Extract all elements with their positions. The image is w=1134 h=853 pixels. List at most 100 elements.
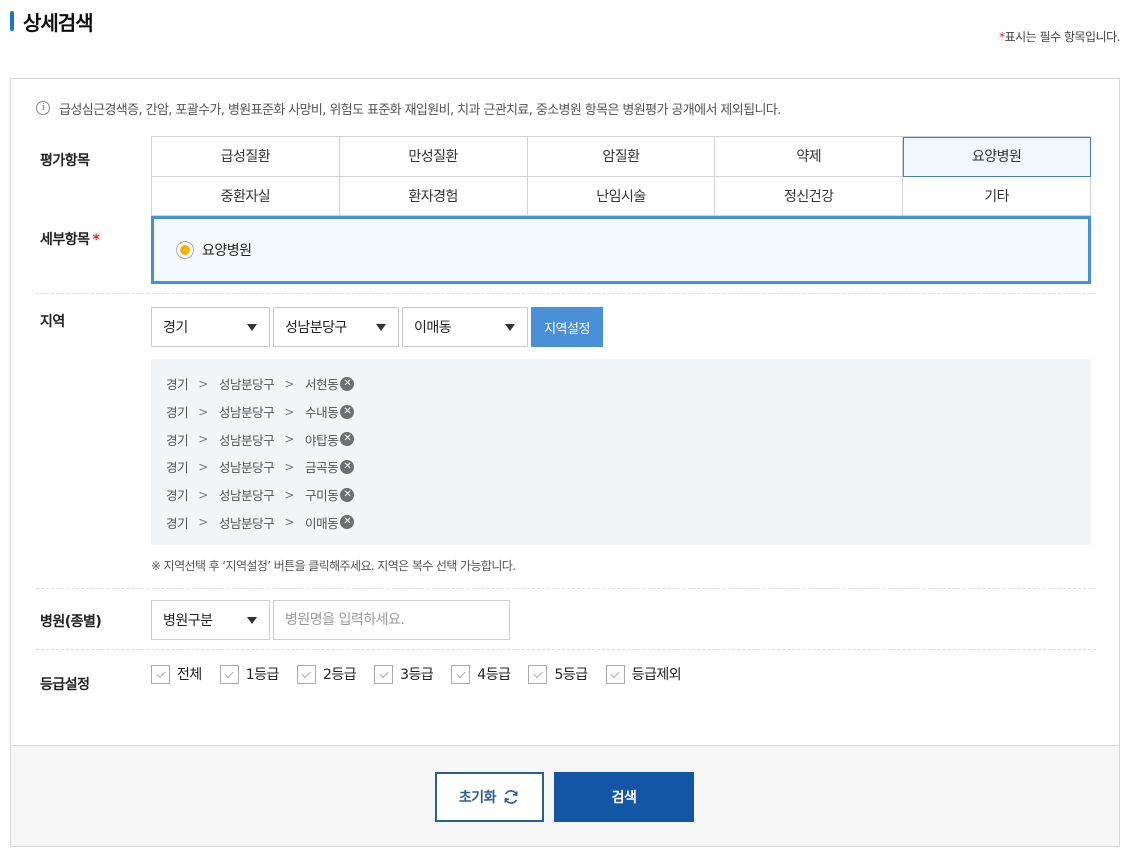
breadcrumb-separator: > <box>198 515 208 530</box>
grade-option-label: 4등급 <box>477 667 511 683</box>
grade-option[interactable]: 3등급 <box>374 664 434 684</box>
region-city: 성남분당구 <box>218 405 275 421</box>
checkbox[interactable] <box>219 664 239 684</box>
hospital-name-input[interactable] <box>273 600 510 640</box>
evaluation-item[interactable]: 급성질환 <box>152 137 340 177</box>
grade-option-label: 전체 <box>177 667 202 683</box>
region-dong: 금곡동 <box>305 460 339 476</box>
evaluation-item[interactable]: 환자경험 <box>339 176 528 216</box>
check-icon <box>610 668 620 678</box>
grade-option[interactable]: 2등급 <box>296 664 357 684</box>
divider <box>36 649 1096 650</box>
breadcrumb-separator: > <box>198 459 208 474</box>
grade-option-label: 5등급 <box>554 667 588 683</box>
action-bar: 초기화 검색 <box>11 745 1119 846</box>
region-item: 경기 > 성남분당구 > 금곡동 ✕ <box>166 453 1091 481</box>
required-star: * <box>92 232 100 248</box>
hospital-type-select[interactable]: 병원구분 <box>151 600 270 640</box>
breadcrumb-separator: > <box>198 487 208 502</box>
grade-option[interactable]: 등급제외 <box>605 664 682 684</box>
evaluation-label: 평가항목 <box>40 153 90 169</box>
province-select[interactable]: 경기 <box>151 307 270 347</box>
region-province: 경기 <box>166 488 189 504</box>
region-label: 지역 <box>40 314 65 330</box>
region-item: 경기 > 성남분당구 > 이매동 ✕ <box>166 508 1091 536</box>
required-note-text: 표시는 필수 항목입니다. <box>1004 30 1121 44</box>
region-province: 경기 <box>166 377 189 393</box>
search-button[interactable]: 검색 <box>554 772 694 822</box>
region-item: 경기 > 성남분당구 > 수내동 ✕ <box>166 398 1091 426</box>
grade-option-label: 3등급 <box>400 667 434 683</box>
check-icon <box>379 668 389 678</box>
evaluation-item[interactable]: 중환자실 <box>152 176 340 216</box>
breadcrumb-separator: > <box>284 459 295 474</box>
grade-option[interactable]: 4등급 <box>451 664 511 684</box>
checkbox[interactable] <box>374 664 394 684</box>
reset-button-label: 초기화 <box>458 789 497 805</box>
evaluation-grid: 급성질환 만성질환 암질환 약제 요양병원 중환자실 환자경험 난임시술 정신건… <box>151 136 1091 216</box>
evaluation-item[interactable]: 정신건강 <box>715 176 904 216</box>
remove-icon[interactable]: ✕ <box>340 487 355 502</box>
checkbox[interactable] <box>605 664 625 684</box>
checkbox[interactable] <box>451 664 471 684</box>
checkbox[interactable] <box>151 664 170 684</box>
breadcrumb-separator: > <box>284 376 295 391</box>
title-accent-bar <box>10 11 14 31</box>
remove-icon[interactable]: ✕ <box>340 404 355 419</box>
remove-icon[interactable]: ✕ <box>340 432 355 447</box>
region-set-button[interactable]: 지역설정 <box>531 307 603 347</box>
region-city: 성남분당구 <box>218 460 275 476</box>
remove-icon[interactable]: ✕ <box>340 376 355 391</box>
evaluation-item[interactable]: 암질환 <box>527 137 716 177</box>
region-province: 경기 <box>166 405 189 421</box>
checkbox[interactable] <box>528 664 548 684</box>
detail-radio-label[interactable]: 요양병원 <box>202 240 252 260</box>
evaluation-item[interactable]: 만성질환 <box>339 137 528 177</box>
detail-label-text: 세부항목 <box>40 232 90 248</box>
dong-select-value: 이매동 <box>414 320 452 336</box>
region-dong: 수내동 <box>305 405 339 421</box>
region-item: 경기 > 성남분당구 > 야탑동 ✕ <box>166 425 1091 453</box>
detail-options: 요양병원 <box>151 216 1091 284</box>
remove-icon[interactable]: ✕ <box>340 459 355 474</box>
checkbox[interactable] <box>296 664 316 684</box>
radio-selected-dot <box>180 245 190 255</box>
city-select[interactable]: 성남분당구 <box>273 307 399 347</box>
region-item: 경기 > 성남분당구 > 서현동 ✕ <box>166 370 1091 398</box>
divider <box>36 293 1096 294</box>
remove-icon[interactable]: ✕ <box>340 515 355 530</box>
region-province: 경기 <box>166 460 189 476</box>
evaluation-item[interactable]: 약제 <box>715 137 904 177</box>
region-item: 경기 > 성남분당구 > 구미동 ✕ <box>166 481 1091 509</box>
region-dong: 구미동 <box>305 488 339 504</box>
evaluation-item[interactable]: 기타 <box>903 176 1091 216</box>
reset-button[interactable]: 초기화 <box>435 772 544 822</box>
breadcrumb-separator: > <box>198 376 208 391</box>
region-dong: 이매동 <box>305 515 339 531</box>
breadcrumb-separator: > <box>284 432 295 447</box>
selected-region-list: 경기 > 성남분당구 > 서현동 ✕ 경기 > 성남분당구 > 수내동 ✕ 경기 > 성남분당구 > 야탑동… <box>151 359 1091 545</box>
divider <box>36 588 1096 589</box>
grade-option[interactable]: 5등급 <box>528 664 588 684</box>
breadcrumb-separator: > <box>198 432 208 447</box>
evaluation-item-selected[interactable]: 요양병원 <box>903 137 1091 177</box>
notice-text: 급성심근경색증, 간암, 포괄수가, 병원표준화 사망비, 위험도 표준화 재입… <box>59 102 781 118</box>
hospital-label: 병원(종별) <box>40 614 102 630</box>
region-hint: ※ 지역선택 후 ‘지역설정’ 버튼을 클릭해주세요. 지역은 복수 선택 가능… <box>151 559 516 573</box>
breadcrumb-separator: > <box>284 404 295 419</box>
page-title: 상세검색 <box>10 8 94 35</box>
region-province: 경기 <box>166 432 189 448</box>
notice: i 급성심근경색증, 간암, 포괄수가, 병원표준화 사망비, 위험도 표준화 … <box>36 99 781 118</box>
grade-option-label: 등급제외 <box>631 667 682 683</box>
region-city: 성남분당구 <box>218 432 275 448</box>
detail-label: 세부항목 * <box>40 229 100 249</box>
evaluation-item[interactable]: 난임시술 <box>527 176 716 216</box>
breadcrumb-separator: > <box>284 487 295 502</box>
detail-radio[interactable] <box>176 241 194 259</box>
check-icon <box>301 668 312 678</box>
grade-option[interactable]: 전체 <box>151 664 202 684</box>
region-dong: 야탑동 <box>305 432 339 448</box>
breadcrumb-separator: > <box>284 515 295 530</box>
dong-select[interactable]: 이매동 <box>402 307 528 347</box>
grade-option[interactable]: 1등급 <box>219 664 279 684</box>
